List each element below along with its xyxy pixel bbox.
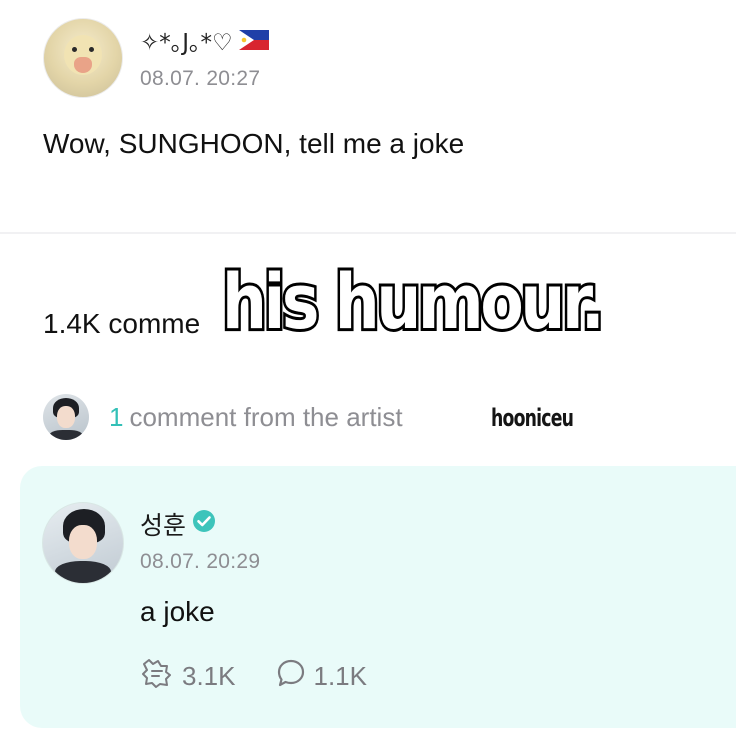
post-header: ✧*｡J｡*♡ 08.07. 20:27 (43, 15, 683, 99)
comments-count[interactable]: 1.4K comme (43, 308, 200, 340)
post-timestamp: 08.07. 20:27 (140, 67, 261, 90)
avatar-face (57, 406, 75, 428)
avatar-face (69, 525, 97, 559)
artist-comment-label: 1 comment from the artist (109, 402, 403, 433)
divider (0, 232, 736, 234)
artist-comment-text: comment from the artist (129, 402, 403, 432)
comment-bubble-icon (276, 658, 306, 695)
duck-eye (72, 47, 77, 52)
overlay-caption: his humour. (220, 257, 608, 346)
philippines-flag-icon (238, 30, 269, 50)
duck-eye (89, 47, 94, 52)
verified-badge-icon (192, 509, 216, 539)
reply-button[interactable]: 1.1K (276, 658, 368, 695)
avatar[interactable] (43, 18, 123, 98)
reply-timestamp: 08.07. 20:29 (140, 550, 261, 573)
reply-body: a joke (140, 596, 215, 627)
avatar-shirt (55, 561, 111, 583)
reply-actions: 3.1K 1.1K (140, 658, 407, 695)
artist-comment-count: 1 (109, 402, 124, 432)
watermark: hooniceu (491, 404, 574, 432)
post-body: Wow, SUNGHOON, tell me a joke (43, 128, 465, 159)
duck-beak (74, 57, 92, 73)
artist-mini-avatar (43, 394, 89, 440)
username-text: ✧*｡J｡*♡ (140, 30, 233, 56)
username[interactable]: ✧*｡J｡*♡ (140, 23, 269, 57)
like-button[interactable]: 3.1K (140, 658, 236, 695)
avatar-shirt (49, 430, 83, 440)
like-count: 3.1K (182, 661, 236, 691)
like-icon (140, 658, 174, 695)
artist-name-text: 성훈 (140, 511, 187, 540)
artist-reply-card: 성훈 08.07. 20:29 a joke 3.1K 1.1K (20, 466, 736, 728)
avatar[interactable] (42, 502, 124, 584)
reply-count: 1.1K (313, 661, 368, 691)
artist-name[interactable]: 성훈 (140, 506, 216, 542)
